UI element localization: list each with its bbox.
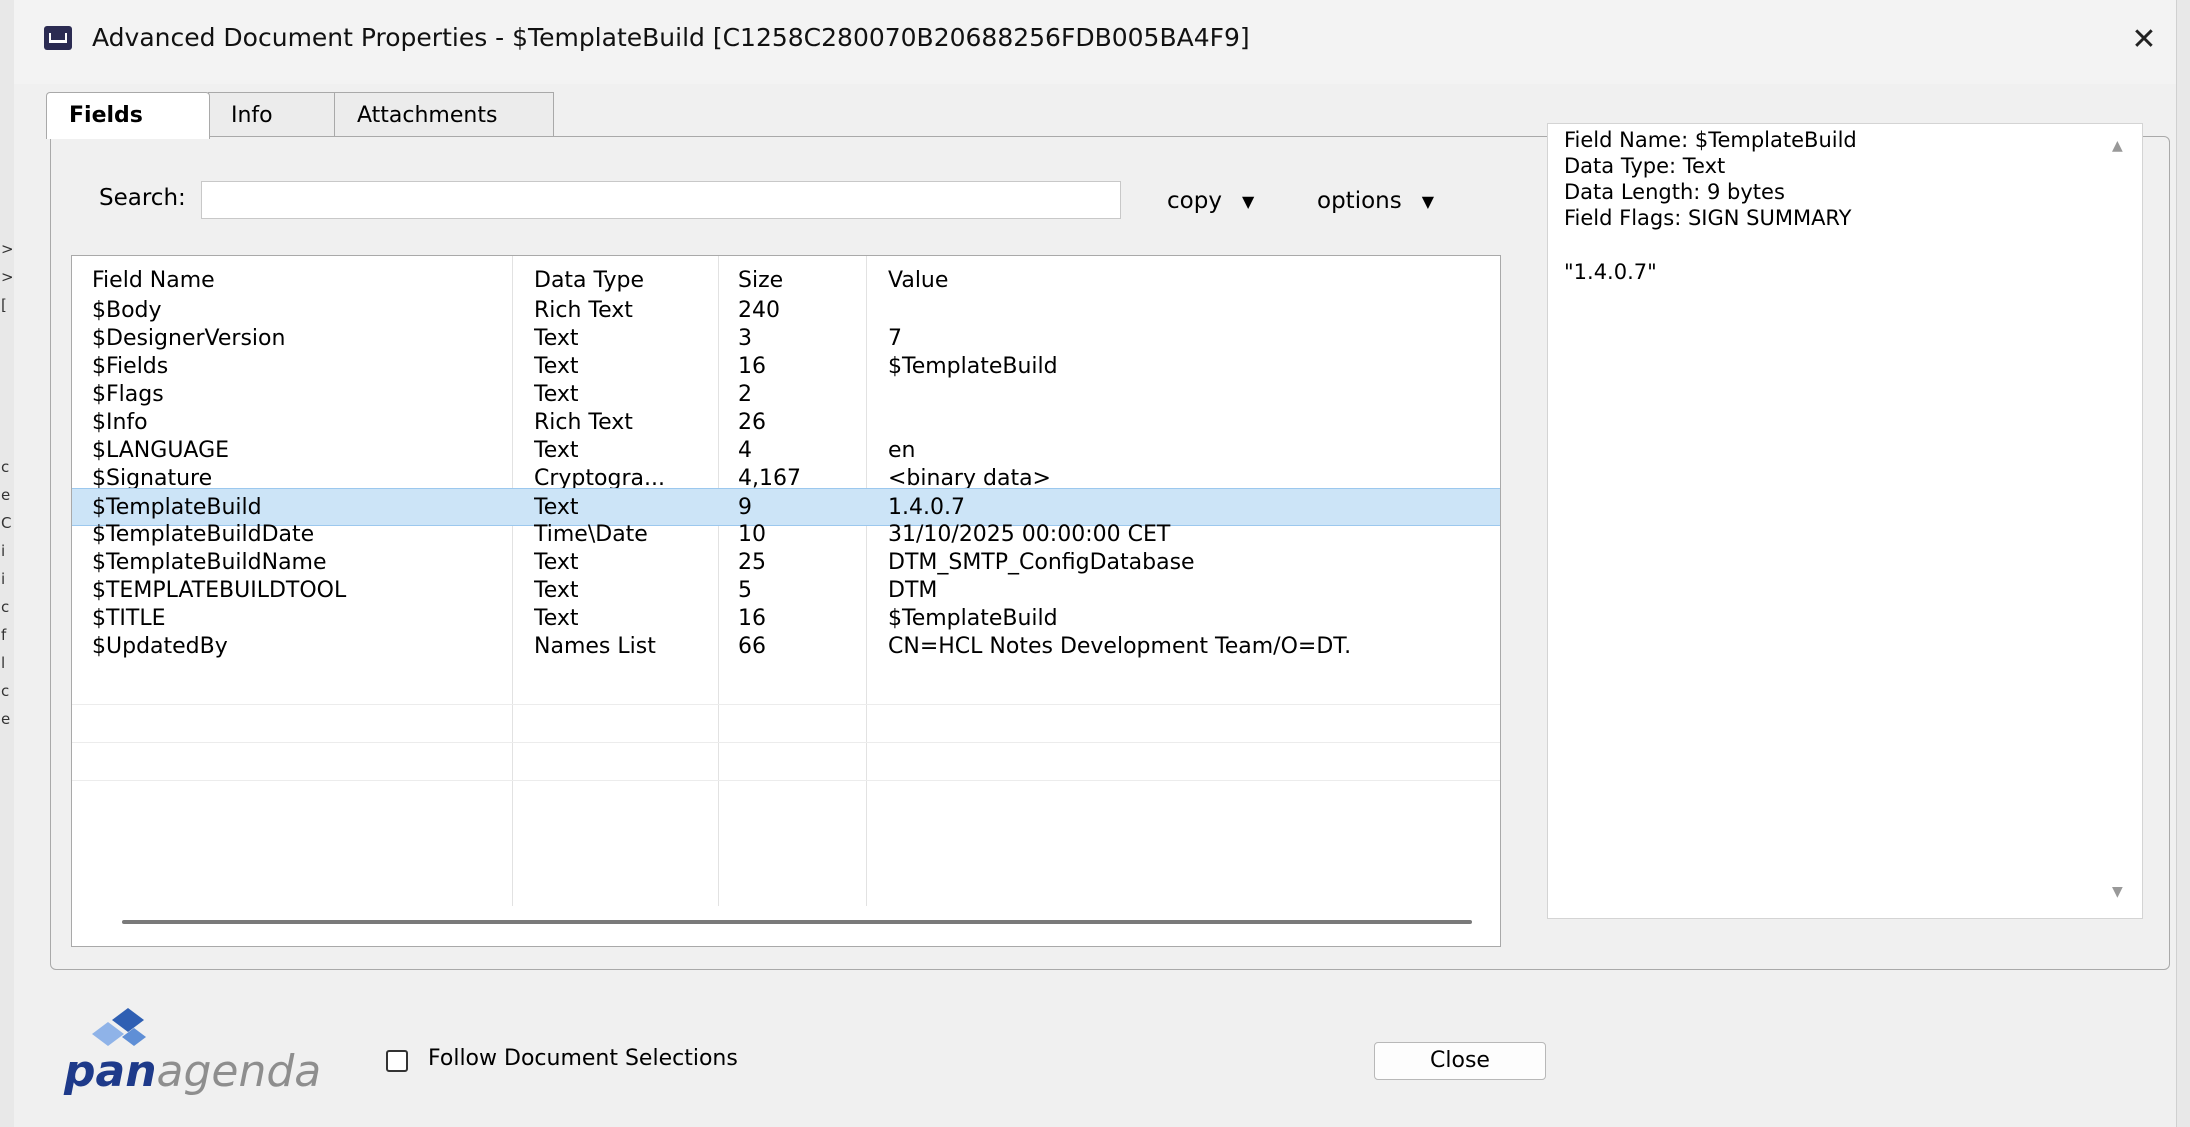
panagenda-logo: panagenda [64,1008,324,1097]
scroll-down-icon[interactable]: ▼ [2112,884,2123,900]
close-icon[interactable]: ✕ [2124,14,2164,66]
field-detail-pane: Field Name: $TemplateBuild Data Type: Te… [1547,123,2143,919]
data-type-cell: Names List [534,634,656,659]
logo-text-light: agenda [156,1046,322,1097]
tab-fields[interactable]: Fields [46,92,210,139]
tab-info[interactable]: Info [208,92,336,137]
options-menu[interactable]: options ▼ [1317,183,1434,219]
horizontal-scrollbar[interactable] [122,920,1472,924]
empty-row [72,742,1500,781]
options-menu-label: options [1317,188,1402,214]
detail-data-length: Data Length: 9 bytes [1564,180,1785,204]
window-title: Advanced Document Properties - $Template… [92,23,1250,52]
copy-menu-label: copy [1167,188,1222,214]
empty-row [72,704,1500,743]
copy-menu[interactable]: copy ▼ [1167,183,1254,219]
search-input[interactable] [201,181,1121,219]
detail-field-name: Field Name: $TemplateBuild [1564,128,1857,152]
fields-table[interactable]: Field Name Data Type Size Value $Body Ri… [71,255,1501,947]
title-bar: Advanced Document Properties - $Template… [14,0,2176,84]
size-cell: 66 [738,634,766,659]
detail-data-type: Data Type: Text [1564,154,1726,178]
table-row[interactable]: $UpdatedBy Names List 66 CN=HCL Notes De… [72,628,1500,666]
follow-document-selections-label[interactable]: Follow Document Selections [428,1046,738,1071]
fields-panel: Search: copy ▼ options ▼ Field Name Data T… [50,123,2170,970]
advanced-document-properties-dialog: Advanced Document Properties - $Template… [14,0,2176,1127]
panagenda-logo-mark [92,1008,146,1046]
search-label: Search: [99,185,186,211]
caret-down-icon: ▼ [1421,191,1435,211]
caret-down-icon: ▼ [1241,191,1255,211]
value-cell: CN=HCL Notes Development Team/O=DT. [888,634,1352,659]
notes-app-icon [44,26,72,50]
background-window-edge-right [2176,0,2190,1127]
follow-document-selections-checkbox[interactable] [386,1050,408,1072]
background-window-edge: > > [ c e C i i c f l c e [0,0,15,1127]
field-name-cell: $UpdatedBy [92,634,228,659]
tab-attachments[interactable]: Attachments [334,92,554,137]
detail-value: "1.4.0.7" [1564,260,1657,284]
close-button[interactable]: Close [1374,1042,1546,1080]
detail-field-flags: Field Flags: SIGN SUMMARY [1564,206,1852,230]
scroll-up-icon[interactable]: ▲ [2112,138,2123,154]
logo-text-bold: pan [64,1046,157,1097]
empty-row [72,666,1500,705]
